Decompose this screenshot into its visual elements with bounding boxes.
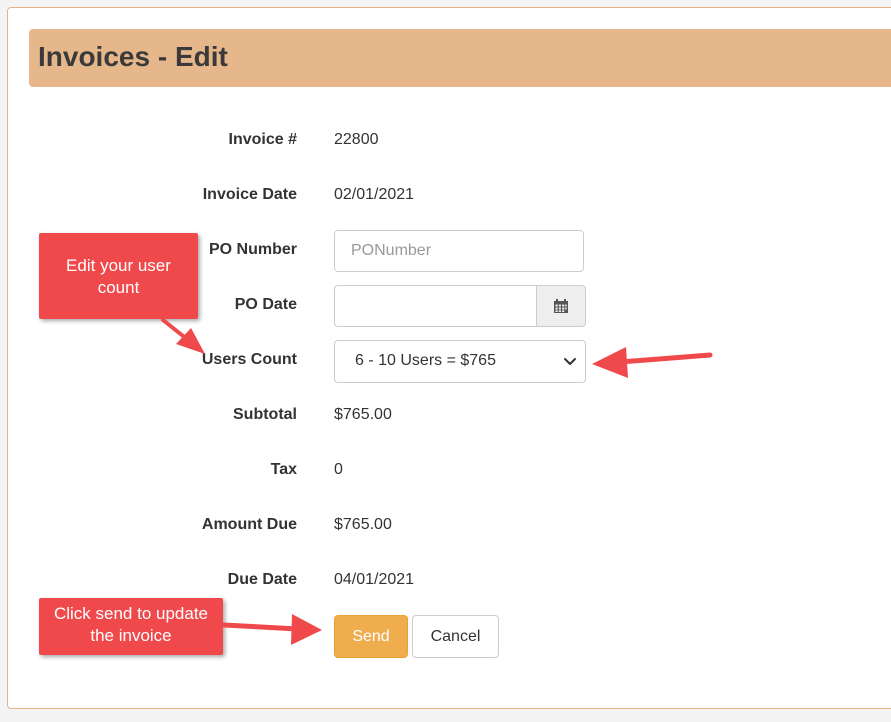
select-arrow: [592, 347, 713, 378]
send-arrow: [221, 614, 322, 645]
user-count-arrow: [161, 318, 205, 354]
annotation-arrows: [161, 318, 713, 645]
